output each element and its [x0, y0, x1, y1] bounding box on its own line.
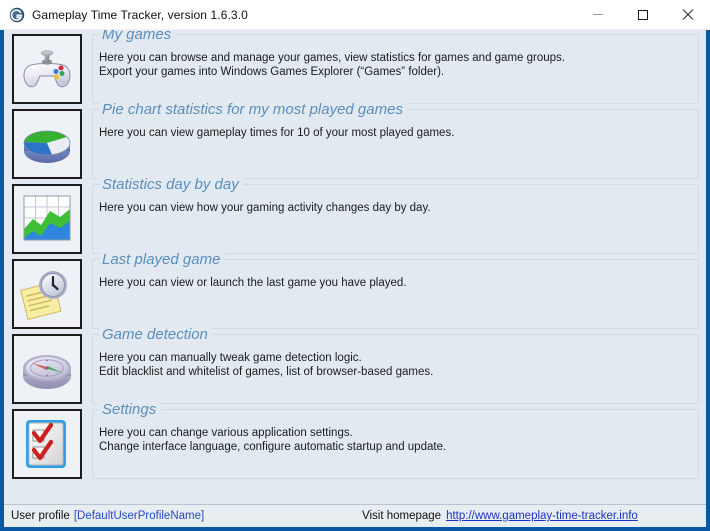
minimize-button[interactable]	[575, 0, 620, 29]
section-game-detection[interactable]: Game detection Here you can manually twe…	[12, 326, 699, 404]
user-profile-status: User profile [DefaultUserProfileName]	[4, 510, 204, 522]
section-body: Here you can browse and manage your game…	[93, 35, 698, 79]
window-title: Gameplay Time Tracker, version 1.6.3.0	[32, 7, 248, 22]
section-group-box: Last played game Here you can view or la…	[92, 251, 699, 329]
section-desc-line: Edit blacklist and whitelist of games, l…	[99, 366, 434, 378]
close-button[interactable]	[665, 0, 710, 29]
user-profile-label: User profile	[11, 510, 70, 522]
homepage-status: Visit homepage http://www.gameplay-time-t…	[362, 510, 638, 522]
section-title: Statistics day by day	[99, 176, 244, 193]
section-group-box: Settings Here you can change various app…	[92, 401, 699, 479]
checklist-icon[interactable]	[12, 409, 82, 479]
close-icon	[682, 9, 693, 20]
section-desc-line: Here you can change various application …	[99, 427, 353, 439]
compass-icon[interactable]	[12, 334, 82, 404]
section-title: Settings	[99, 401, 162, 418]
homepage-label: Visit homepage	[362, 510, 442, 522]
user-profile-value[interactable]: [DefaultUserProfileName]	[74, 510, 204, 522]
gamepad-icon[interactable]	[12, 34, 82, 104]
section-title: Game detection	[99, 326, 213, 343]
section-desc-line: Here you can view gameplay times for 10 …	[99, 127, 455, 139]
section-my-games[interactable]: My games Here you can browse and manage …	[12, 30, 699, 104]
section-title: My games	[99, 30, 177, 43]
section-settings[interactable]: Settings Here you can change various app…	[12, 401, 699, 479]
section-desc-line: Here you can view or launch the last gam…	[99, 277, 407, 289]
section-desc-line: Here you can browse and manage your game…	[99, 52, 565, 64]
section-group-box: My games Here you can browse and manage …	[92, 30, 699, 104]
title-bar[interactable]: Gameplay Time Tracker, version 1.6.3.0	[0, 0, 710, 30]
section-body: Here you can change various application …	[93, 410, 698, 454]
section-last-played-game[interactable]: Last played game Here you can view or la…	[12, 251, 699, 329]
section-desc-line: Here you can view how your gaming activi…	[99, 202, 431, 214]
maximize-icon	[637, 9, 648, 20]
clock-notepad-icon[interactable]	[12, 259, 82, 329]
section-statistics-day-by-day[interactable]: Statistics day by day Here you can view …	[12, 176, 699, 254]
area-chart-icon[interactable]	[12, 184, 82, 254]
section-group-box: Pie chart statistics for my most played …	[92, 101, 699, 179]
section-group-box: Statistics day by day Here you can view …	[92, 176, 699, 254]
section-title: Last played game	[99, 251, 226, 268]
section-pie-chart-statistics[interactable]: Pie chart statistics for my most played …	[12, 101, 699, 179]
section-desc-line: Here you can manually tweak game detecti…	[99, 352, 362, 364]
window-controls	[575, 0, 710, 29]
status-bar: User profile [DefaultUserProfileName] Vis…	[4, 504, 706, 527]
pie-chart-icon[interactable]	[12, 109, 82, 179]
section-desc-line: Change interface language, configure aut…	[99, 441, 447, 453]
maximize-button[interactable]	[620, 0, 665, 29]
main-content: My games Here you can browse and manage …	[4, 30, 706, 504]
app-window: Gameplay Time Tracker, version 1.6.3.0 M…	[0, 0, 710, 531]
homepage-link[interactable]: http://www.gameplay-time-tracker.info	[446, 510, 638, 522]
minimize-icon	[592, 14, 603, 15]
section-title: Pie chart statistics for my most played …	[99, 101, 408, 118]
title-bar-left: Gameplay Time Tracker, version 1.6.3.0	[0, 7, 575, 23]
section-group-box: Game detection Here you can manually twe…	[92, 326, 699, 404]
app-logo-icon	[9, 7, 25, 23]
section-desc-line: Export your games into Windows Games Exp…	[99, 66, 445, 78]
